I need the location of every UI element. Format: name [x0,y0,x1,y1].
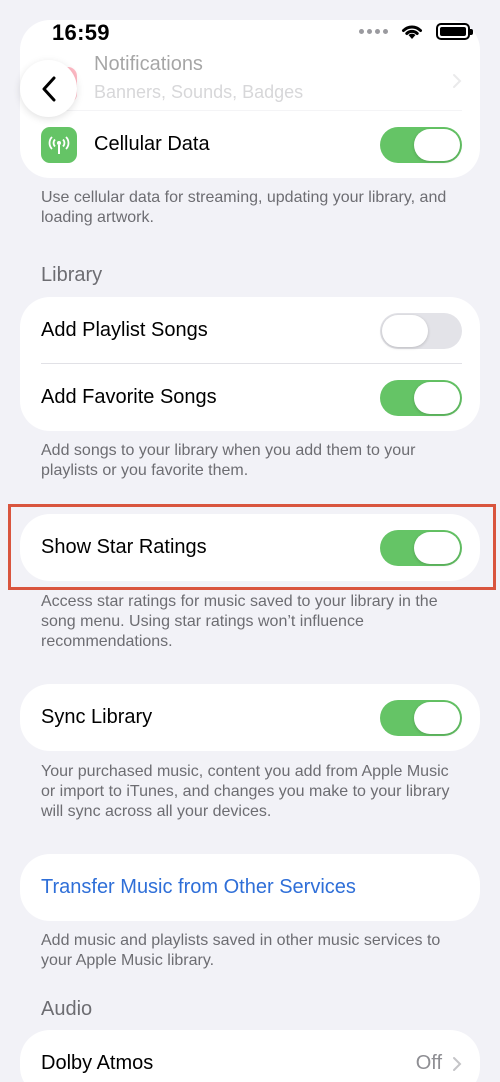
sync-library-toggle[interactable] [380,699,462,736]
sync-library-row: Sync Library [20,684,480,751]
status-bar: 16:59 [0,0,500,60]
library-footnote: Add songs to your library when you add t… [41,442,416,479]
dolby-atmos-label: Dolby Atmos [41,1052,154,1074]
add-favorite-songs-label: Add Favorite Songs [41,386,217,408]
cellular-data-icon [41,126,77,163]
transfer-card: Transfer Music from Other Services [20,854,480,921]
cellular-data-row: Cellular Data [20,111,480,178]
add-playlist-songs-toggle[interactable] [380,312,462,349]
status-time: 16:59 [52,20,110,45]
cellular-signal-icon [359,28,388,34]
status-icons [359,22,473,40]
wifi-icon [402,25,422,39]
sync-library-footnote: Your purchased music, content you add fr… [41,763,450,820]
dolby-atmos-value: Off [415,1052,442,1074]
dolby-atmos-row[interactable]: Dolby Atmos Off [20,1030,480,1082]
cellular-data-label: Cellular Data [94,133,210,155]
cellular-footnote: Use cellular data for streaming, updatin… [41,189,447,226]
library-card: Add Playlist Songs Add Favorite Songs [20,297,480,431]
highlight-box [8,504,496,590]
battery-icon [436,22,473,40]
star-ratings-footnote: Access star ratings for music saved to y… [41,593,438,650]
chevron-right-icon [453,1056,462,1071]
audio-card: Dolby Atmos Off [20,1030,480,1082]
audio-header: Audio [41,998,93,1020]
notifications-sublabel: Banners, Sounds, Badges [94,82,304,102]
transfer-music-link[interactable]: Transfer Music from Other Services [41,876,356,899]
add-favorite-songs-row: Add Favorite Songs [20,364,480,431]
add-playlist-songs-row: Add Playlist Songs [20,297,480,364]
add-playlist-songs-label: Add Playlist Songs [41,319,208,341]
chevron-right-icon [453,74,462,88]
transfer-footnote: Add music and playlists saved in other m… [41,932,441,969]
chevron-left-icon [42,76,55,101]
back-button[interactable] [20,60,77,117]
sync-library-label: Sync Library [41,706,153,728]
library-header: Library [41,264,103,286]
sync-library-card: Sync Library [20,684,480,751]
cellular-data-toggle[interactable] [380,126,462,163]
add-favorite-songs-toggle[interactable] [380,379,462,416]
transfer-music-row[interactable]: Transfer Music from Other Services [20,854,480,921]
